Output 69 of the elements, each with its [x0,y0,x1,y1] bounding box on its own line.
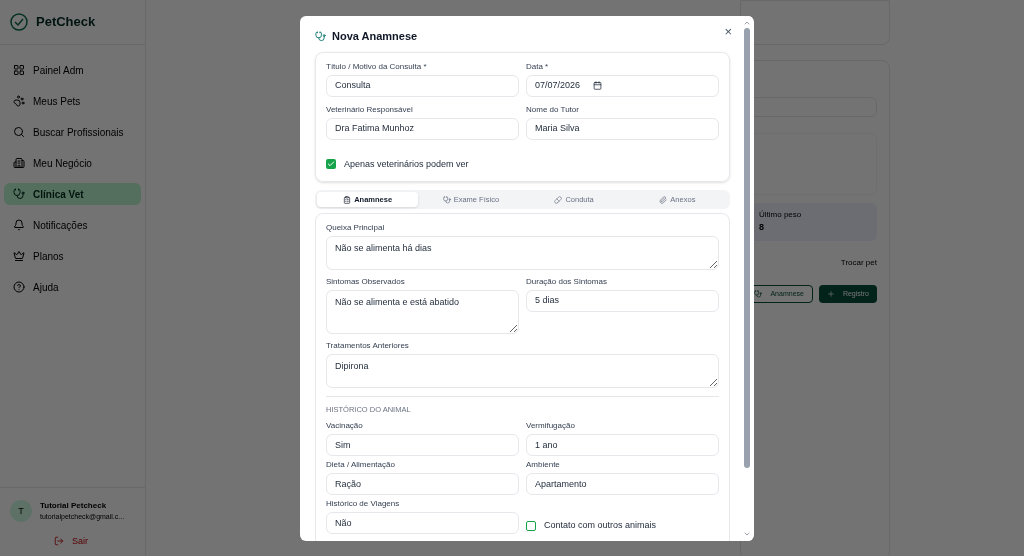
input-field[interactable]: Consulta [326,74,519,97]
stethoscope-icon [754,290,763,298]
close-button[interactable]: × [724,22,732,42]
grid-icon [13,64,25,76]
field-label: Tratamentos Anteriores [326,342,410,350]
field-label: Veterinário Responsável [326,105,414,114]
switch-pet-link[interactable]: Trocar pet [840,257,877,269]
input-field[interactable]: Não [326,512,519,535]
building-icon [13,157,25,169]
nav-item[interactable]: Painel Adm [4,59,141,81]
bell-icon [13,219,25,231]
date-field[interactable]: 07/07/2026 [526,74,719,97]
input-field[interactable]: Dra Fatima Munhoz [326,117,519,140]
input-field[interactable]: 1 ano [526,434,719,457]
nav-item[interactable]: Buscar Profissionais [4,121,141,143]
nav-item[interactable]: Notificações [4,214,141,236]
field-label: Duração dos Sintomas [526,278,608,286]
nav-item[interactable]: Meus Pets [4,90,141,112]
input-field[interactable]: Sim [326,434,519,457]
field-label: Nome do Tutor [526,105,580,114]
paw-icon [13,95,25,107]
stat-label: Último peso [759,209,803,221]
field-label: Vacinação [326,422,364,431]
field-label: Dieta / Alimentação [326,461,396,470]
field-label: Ambiente [526,461,561,470]
text-area[interactable]: Não se alimenta há dias [326,236,719,270]
checkbox-label: Contato com outros animais [544,518,657,532]
clipboard-icon [343,195,352,204]
input-field[interactable]: Maria Silva [526,117,719,140]
text-area[interactable]: Dipirona [326,354,719,388]
checkbox[interactable] [526,520,536,531]
field-label: Histórico de Viagens [326,500,401,509]
checkbox[interactable] [326,159,336,170]
avatar: T [10,500,32,523]
scrollbar[interactable] [742,16,752,541]
field-label: Data * [526,62,550,71]
user-name: Tutorial Petcheck [40,500,108,512]
nav-item[interactable]: Planos [4,245,141,267]
scroll-thumb[interactable] [744,28,750,468]
calendar-icon[interactable] [593,81,602,90]
brand-name: PetCheck [36,13,96,32]
checkbox-label: Apenas veterinários podem ver [344,157,469,171]
field-label: Queixa Principal [326,224,386,232]
scroll-up-icon[interactable] [743,19,751,27]
input-field[interactable]: Ração [326,473,519,496]
field-label: Vermifugação [526,422,576,431]
modal-title: Nova Anamnese [332,29,418,44]
input-field[interactable]: 5 dias [526,290,719,312]
logout-button[interactable]: Sair [54,534,88,548]
stethoscope-icon [315,30,326,42]
plus-icon [826,290,835,298]
stethoscope-icon [13,188,25,200]
field-label: Título / Motivo da Consulta * [326,62,428,71]
field-label: Sintomas Observados [326,278,406,286]
pill-icon [554,195,563,204]
scroll-down-icon[interactable] [743,530,751,538]
crown-icon [13,250,25,262]
stethoscope-icon [442,195,451,204]
text-area[interactable]: Não se alimenta e está abatido [326,290,519,334]
help-icon [13,281,25,293]
nav-item[interactable]: Ajuda [4,276,141,298]
logo-icon [10,13,28,31]
stat-value: 8 [759,221,765,234]
input-field[interactable]: Apartamento [526,473,719,496]
nav-item[interactable]: Clínica Vet [4,183,141,205]
paperclip-icon [659,195,668,204]
logout-icon [54,536,64,547]
nav-item[interactable]: Meu Negócio [4,152,141,174]
search-icon [13,126,25,138]
